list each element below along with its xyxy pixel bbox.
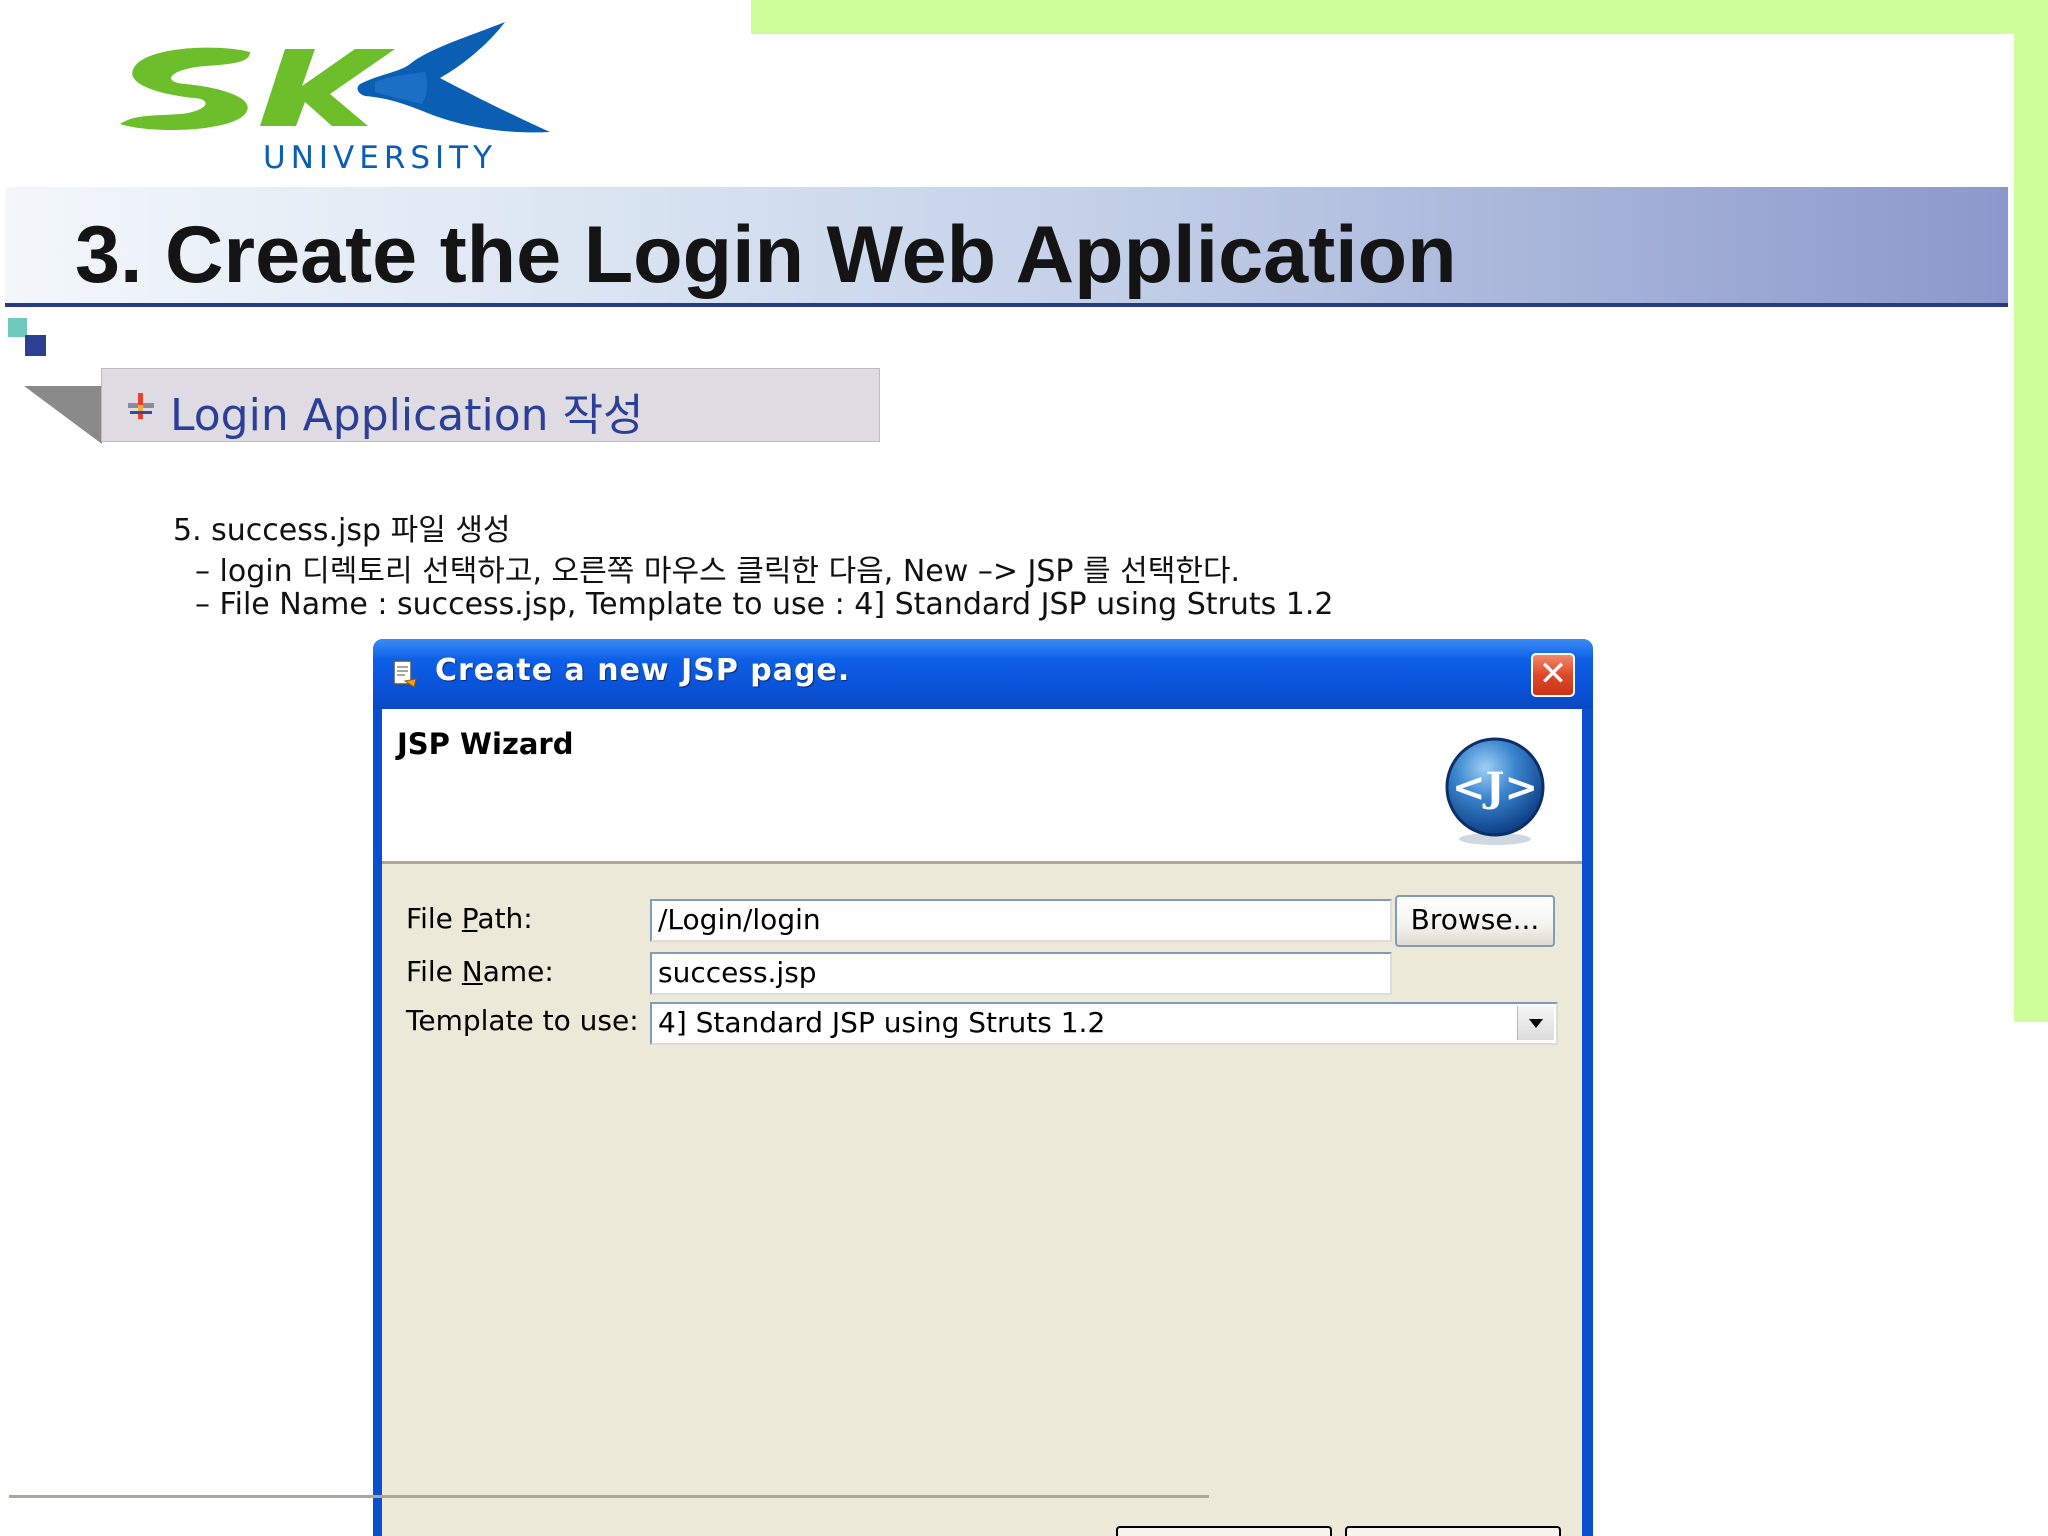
dialog-body: JSP Wizard <J> [382, 709, 1582, 1536]
template-selected-value: 4] Standard JSP using Struts 1.2 [658, 1006, 1106, 1039]
title-bar: 3. Create the Login Web Application [5, 187, 2008, 307]
jsp-wizard-icon: <J> [1445, 737, 1545, 845]
browse-button[interactable]: Browse... [1395, 895, 1555, 947]
dialog-button-1[interactable] [1116, 1526, 1332, 1536]
template-select[interactable]: 4] Standard JSP using Struts 1.2 [650, 1002, 1558, 1045]
dialog-separator [9, 1495, 1209, 1498]
section-title: Login Application 작성 [170, 390, 644, 441]
decor-square-navy [25, 335, 46, 356]
accent-bar-top [751, 0, 2048, 34]
wizard-title: JSP Wizard [397, 727, 574, 761]
step-detail-1: – login 디렉토리 선택하고, 오른쪽 마우스 클릭한 다음, New –… [195, 554, 1241, 589]
chevron-down-icon[interactable] [1517, 1006, 1554, 1040]
page-title: 3. Create the Login Web Application [75, 210, 1457, 300]
section-header: Login Application 작성 [101, 368, 880, 442]
accent-bar-right [2014, 0, 2048, 1022]
step-heading: 5. success.jsp 파일 생성 [173, 513, 511, 548]
close-button[interactable]: ✕ [1531, 653, 1575, 697]
bullet-icon [128, 393, 154, 419]
file-path-input[interactable]: /Login/login [650, 899, 1392, 942]
file-name-label: File Name: [406, 955, 554, 988]
slide: UNIVERSITY 3. Create the Login Web Appli… [0, 0, 2048, 1536]
file-name-input[interactable]: success.jsp [650, 952, 1392, 995]
dialog-button-2[interactable] [1345, 1526, 1561, 1536]
step-detail-2: – File Name : success.jsp, Template to u… [195, 587, 1334, 622]
template-label: Template to use: [406, 1004, 639, 1037]
svg-text:<J>: <J> [1452, 764, 1538, 811]
decor-triangle [24, 386, 102, 444]
file-path-label: File Path: [406, 902, 533, 935]
logo-wordmark: UNIVERSITY [263, 140, 498, 176]
dialog-title: Create a new JSP page. [435, 653, 851, 688]
wizard-header: JSP Wizard <J> [382, 709, 1582, 864]
dialog-titlebar[interactable]: Create a new JSP page. ✕ [373, 639, 1593, 709]
new-file-icon [393, 660, 417, 688]
jsp-wizard-dialog: Create a new JSP page. ✕ JSP Wizard <J> [373, 639, 1593, 1536]
